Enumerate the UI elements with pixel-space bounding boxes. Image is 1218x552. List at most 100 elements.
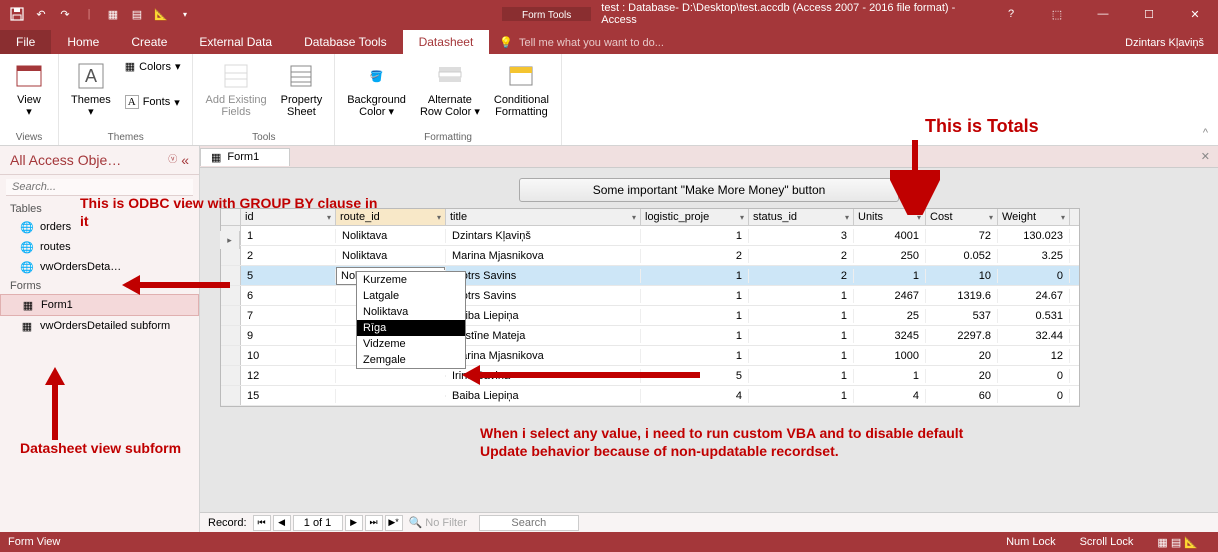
cell-title[interactable]: Baiba Liepiņa — [446, 309, 641, 323]
tab-datasheet[interactable]: Datasheet — [403, 30, 490, 54]
nav-item-subform[interactable]: ▦vwOrdersDetailed subform — [0, 316, 199, 336]
cell-logistic[interactable]: 1 — [641, 309, 749, 323]
cell-title[interactable]: Marina Mjasnikova — [446, 249, 641, 263]
next-record-icon[interactable]: ▶ — [345, 515, 363, 531]
cell-id[interactable]: 7 — [241, 309, 336, 323]
maximize-icon[interactable]: ☐ — [1126, 0, 1172, 28]
form-view-icon[interactable]: ▦ — [102, 3, 124, 25]
row-selector[interactable] — [221, 366, 241, 385]
table-row[interactable]: 15 Baiba Liepiņa 4 1 4 60 0 — [221, 386, 1079, 406]
cell-weight[interactable]: 0 — [998, 389, 1070, 403]
colors-button[interactable]: ▦ Colors ▾ — [121, 58, 185, 75]
new-record-icon[interactable]: ▶* — [385, 515, 403, 531]
nav-item-routes[interactable]: 🌐routes — [0, 237, 199, 257]
row-pointer-icon[interactable]: ▸ — [220, 231, 240, 249]
cell-route[interactable] — [336, 395, 446, 397]
cell-id[interactable]: 10 — [241, 349, 336, 363]
cell-cost[interactable]: 72 — [926, 229, 998, 243]
cell-units[interactable]: 3245 — [854, 329, 926, 343]
table-row[interactable]: 10 Marina Mjasnikova 1 1 1000 20 12 — [221, 346, 1079, 366]
cell-title[interactable]: Kristīne Mateja — [446, 329, 641, 343]
filter-dropdown-icon[interactable]: ▾ — [989, 213, 993, 222]
cell-title[interactable]: Baiba Liepiņa — [446, 389, 641, 403]
cell-units[interactable]: 1000 — [854, 349, 926, 363]
ribbon-display-icon[interactable]: ⬚ — [1034, 0, 1080, 28]
view-buttons[interactable]: ▦ ▤ 📐 — [1145, 536, 1210, 549]
cell-title[interactable]: Marina Mjasnikova — [446, 349, 641, 363]
col-status[interactable]: status_id▾ — [749, 209, 854, 225]
cell-status[interactable]: 1 — [749, 369, 854, 383]
filter-dropdown-icon[interactable]: ▾ — [632, 213, 636, 222]
qat-more-icon[interactable]: ▾ — [174, 3, 196, 25]
conditional-formatting-button[interactable]: Conditional Formatting — [490, 58, 553, 120]
collapse-icon[interactable]: ⌃ — [181, 281, 189, 292]
cell-logistic[interactable]: 1 — [641, 289, 749, 303]
cell-weight[interactable]: 32.44 — [998, 329, 1070, 343]
row-selector[interactable] — [221, 346, 241, 365]
chevron-down-icon[interactable]: ⓥ — [168, 152, 177, 168]
cell-route[interactable]: Noliktava — [336, 229, 446, 243]
nav-item-orders[interactable]: 🌐orders — [0, 217, 199, 237]
cell-cost[interactable]: 537 — [926, 309, 998, 323]
cell-status[interactable]: 2 — [749, 269, 854, 283]
row-selector[interactable] — [221, 386, 241, 405]
cell-logistic[interactable]: 1 — [641, 349, 749, 363]
nav-item-vworders[interactable]: 🌐vwOrdersDeta… — [0, 257, 199, 277]
tab-file[interactable]: File — [0, 30, 51, 54]
table-row[interactable]: 6 Pjotrs Savins 1 1 2467 1319.6 24.67 — [221, 286, 1079, 306]
cell-status[interactable]: 2 — [749, 249, 854, 263]
cell-id[interactable]: 5 — [241, 269, 336, 283]
cell-id[interactable]: 15 — [241, 389, 336, 403]
table-row[interactable]: 2 Noliktava Marina Mjasnikova 2 2 250 0.… — [221, 246, 1079, 266]
nav-item-form1[interactable]: ▦Form1 — [0, 294, 199, 316]
cell-route[interactable] — [336, 375, 446, 377]
table-row[interactable]: 7 Baiba Liepiņa 1 1 25 537 0.531 — [221, 306, 1079, 326]
minimize-icon[interactable]: — — [1080, 0, 1126, 28]
table-row[interactable]: 5 ▾ Pjotrs Savins 1 2 1 10 0 — [221, 266, 1079, 286]
cell-weight[interactable]: 0 — [998, 269, 1070, 283]
filter-dropdown-icon[interactable]: ▾ — [1061, 213, 1065, 222]
cell-id[interactable]: 6 — [241, 289, 336, 303]
cell-cost[interactable]: 2297.8 — [926, 329, 998, 343]
cell-status[interactable]: 1 — [749, 309, 854, 323]
shutter-icon[interactable]: « — [181, 152, 189, 168]
view-button[interactable]: View▾ — [8, 58, 50, 120]
cell-units[interactable]: 4001 — [854, 229, 926, 243]
cell-status[interactable]: 1 — [749, 329, 854, 343]
cell-weight[interactable]: 0.531 — [998, 309, 1070, 323]
close-tab-icon[interactable]: ✕ — [1193, 150, 1218, 163]
alternate-row-color-button[interactable]: Alternate Row Color ▾ — [416, 58, 484, 120]
record-search-input[interactable] — [479, 515, 579, 531]
tab-external-data[interactable]: External Data — [183, 30, 288, 54]
cell-id[interactable]: 12 — [241, 369, 336, 383]
cell-logistic[interactable]: 4 — [641, 389, 749, 403]
cell-status[interactable]: 1 — [749, 289, 854, 303]
table-row[interactable]: 1 Noliktava Dzintars Kļaviņš 1 3 4001 72… — [221, 226, 1079, 246]
cell-units[interactable]: 1 — [854, 369, 926, 383]
route-dropdown[interactable]: KurzemeLatgaleNoliktavaRīgaVidzemeZemgal… — [356, 271, 466, 369]
cell-logistic[interactable]: 2 — [641, 249, 749, 263]
cell-id[interactable]: 9 — [241, 329, 336, 343]
tab-home[interactable]: Home — [51, 30, 115, 54]
save-icon[interactable] — [6, 3, 28, 25]
cell-status[interactable]: 1 — [749, 349, 854, 363]
cell-cost[interactable]: 20 — [926, 349, 998, 363]
collapse-ribbon-icon[interactable]: ^ — [1193, 121, 1218, 145]
make-more-money-button[interactable]: Some important "Make More Money" button — [519, 178, 899, 202]
cell-units[interactable]: 250 — [854, 249, 926, 263]
tell-me-search[interactable]: 💡 Tell me what you want to do... — [489, 31, 1111, 54]
cell-logistic[interactable]: 1 — [641, 229, 749, 243]
nav-section-tables[interactable]: Tables⌃ — [0, 200, 199, 217]
cell-units[interactable]: 2467 — [854, 289, 926, 303]
nav-section-forms[interactable]: Forms⌃ — [0, 277, 199, 294]
nav-search-input[interactable] — [6, 179, 193, 196]
design-view-icon[interactable]: 📐 — [150, 3, 172, 25]
nav-header[interactable]: All Access Obje… ⓥ« — [0, 146, 199, 175]
row-selector[interactable] — [221, 266, 241, 285]
dropdown-option[interactable]: Zemgale — [357, 352, 465, 368]
filter-dropdown-icon[interactable]: ▾ — [437, 213, 441, 222]
dropdown-option[interactable]: Noliktava — [357, 304, 465, 320]
cell-weight[interactable]: 3.25 — [998, 249, 1070, 263]
cell-status[interactable]: 3 — [749, 229, 854, 243]
filter-dropdown-icon[interactable]: ▾ — [327, 213, 331, 222]
